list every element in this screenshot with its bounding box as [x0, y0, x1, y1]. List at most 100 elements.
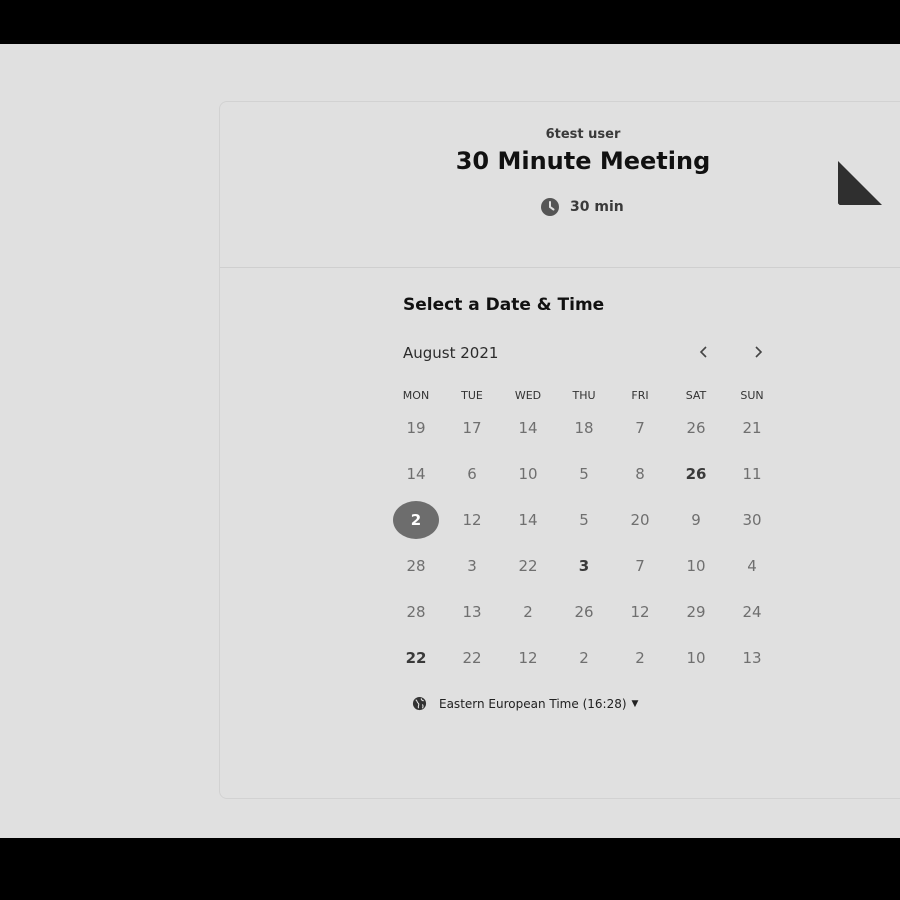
calendar-day: 2: [500, 589, 556, 635]
calendar-day-number: 2: [579, 649, 589, 667]
next-month-button[interactable]: [746, 340, 770, 364]
calendar-day[interactable]: 22: [388, 635, 444, 681]
calendar-day-number: 14: [406, 465, 426, 483]
calendar-day: 12: [612, 589, 668, 635]
calendar-day: 9: [668, 497, 724, 543]
calendar-day-number: 13: [462, 603, 482, 621]
calendar-day-number: 3: [467, 557, 477, 575]
scheduling-card: 6test user 30 Minute Meeting 30 min Sele…: [219, 101, 900, 799]
calendar-day: 7: [612, 405, 668, 451]
calendar-day: 10: [668, 635, 724, 681]
weekday-label: FRI: [631, 389, 649, 402]
calendar-day-number: 14: [518, 419, 538, 437]
powered-by-ribbon[interactable]: Cale: [838, 143, 900, 205]
calendar-day-number: 8: [635, 465, 645, 483]
previous-month-button[interactable]: [692, 340, 716, 364]
calendar-grid: 19 17 14 18 7 26 21 14 6 10 5 8 26 11 2 12 14 5 20 9 30 28 3 22…: [388, 405, 780, 681]
globe-icon: [412, 696, 427, 711]
calendar-day-number: 26: [685, 465, 707, 483]
calendar-day-number: 26: [686, 419, 706, 437]
clock-icon: [541, 198, 559, 216]
weekday-label: SUN: [740, 389, 764, 402]
calendar-day-number: 17: [462, 419, 482, 437]
calendar-day: 6: [444, 451, 500, 497]
calendar-day-number: 19: [406, 419, 426, 437]
calendar-day-number: 30: [742, 511, 762, 529]
weekday-header: MON TUE WED THU FRI SAT SUN: [388, 389, 780, 402]
calendar-day-number: 12: [630, 603, 650, 621]
calendar-day: 7: [612, 543, 668, 589]
calendar-day: 10: [668, 543, 724, 589]
calendar-day: 5: [556, 497, 612, 543]
calendar-week: 14 6 10 5 8 26 11: [388, 451, 780, 497]
weekday-label: SAT: [685, 389, 707, 402]
calendar-day-number: 12: [518, 649, 538, 667]
calendar-day-number: 2: [410, 511, 422, 529]
calendar-day: 13: [444, 589, 500, 635]
calendar-day: 5: [556, 451, 612, 497]
calendar-day: 4: [724, 543, 780, 589]
caret-down-icon: ▼: [631, 698, 639, 709]
calendar-week: 22 22 12 2 2 10 13: [388, 635, 780, 681]
calendar-day-number: 28: [406, 603, 426, 621]
calendar-day-number: 14: [518, 511, 538, 529]
timezone-label: Eastern European Time (16:28): [439, 696, 627, 711]
calendar-day: 18: [556, 405, 612, 451]
calendar-day: 17: [444, 405, 500, 451]
calendar-day-selected[interactable]: 2: [388, 497, 444, 543]
calendar-day-number: 9: [691, 511, 701, 529]
calendar-day: 11: [724, 451, 780, 497]
calendar-day: 14: [388, 451, 444, 497]
calendar-day-number: 18: [574, 419, 594, 437]
host-name: 6test user: [545, 127, 621, 142]
calendar-day: 8: [612, 451, 668, 497]
duration-label: 30 min: [570, 199, 624, 215]
calendar-day-number: 2: [635, 649, 645, 667]
calendar-day[interactable]: 26: [668, 451, 724, 497]
event-title: 30 Minute Meeting: [455, 147, 711, 175]
event-header: 6test user 30 Minute Meeting 30 min: [220, 102, 900, 268]
calendar-day: 12: [500, 635, 556, 681]
calendar-week: 2 12 14 5 20 9 30: [388, 497, 780, 543]
calendar-day: 22: [500, 543, 556, 589]
calendar-day-number: 21: [742, 419, 762, 437]
calendar-day: 26: [668, 405, 724, 451]
ribbon-label: Cale: [838, 161, 900, 205]
calendar-day: 13: [724, 635, 780, 681]
select-date-title: Select a Date & Time: [403, 295, 605, 315]
calendar-day-number: 24: [742, 603, 762, 621]
calendar-day-number: 10: [686, 649, 706, 667]
calendar-day-number: 5: [579, 465, 589, 483]
calendar-day-number: 11: [742, 465, 762, 483]
month-label: August 2021: [403, 344, 499, 362]
calendar-day: 3: [444, 543, 500, 589]
calendar-day-number: 20: [630, 511, 650, 529]
calendar-day-number: 22: [462, 649, 482, 667]
calendar-day: 28: [388, 589, 444, 635]
calendar-week: 28 3 22 3 7 10 4: [388, 543, 780, 589]
calendar-day-number: 6: [467, 465, 477, 483]
calendar-day-number: 10: [518, 465, 538, 483]
calendar-day: 14: [500, 405, 556, 451]
calendar-day: 30: [724, 497, 780, 543]
calendar-day: 24: [724, 589, 780, 635]
page-viewport: 6test user 30 Minute Meeting 30 min Sele…: [0, 44, 900, 838]
calendar-day: 19: [388, 405, 444, 451]
calendar-day: 10: [500, 451, 556, 497]
calendar-day-number: 5: [579, 511, 589, 529]
chevron-left-icon: [699, 346, 707, 358]
calendar-day: 26: [556, 589, 612, 635]
calendar-day-number: 4: [747, 557, 757, 575]
calendar-day: 2: [612, 635, 668, 681]
calendar-day: 12: [444, 497, 500, 543]
calendar-day: 14: [500, 497, 556, 543]
calendar-day[interactable]: 3: [556, 543, 612, 589]
timezone-selector[interactable]: Eastern European Time (16:28) ▼: [412, 696, 638, 711]
calendar-day: 2: [556, 635, 612, 681]
calendar-day-number: 3: [578, 557, 590, 575]
chevron-right-icon: [755, 346, 763, 358]
calendar-day: 20: [612, 497, 668, 543]
calendar-day: 21: [724, 405, 780, 451]
weekday-label: THU: [572, 389, 596, 402]
calendar-day-number: 10: [686, 557, 706, 575]
